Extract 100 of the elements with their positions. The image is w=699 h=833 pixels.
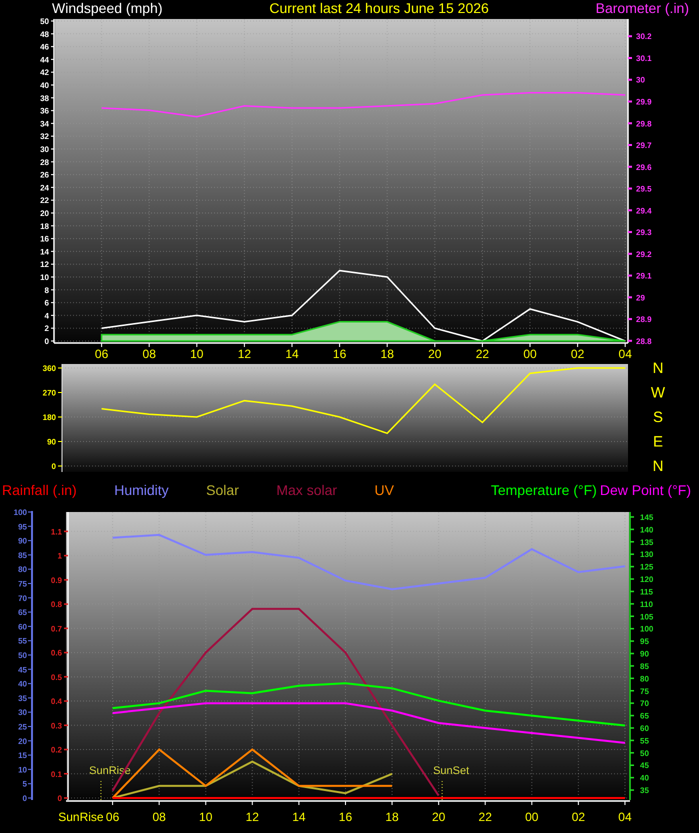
axis-tick-label: 0.5 bbox=[50, 672, 62, 682]
axis-tick-label: 16 bbox=[338, 810, 352, 824]
axis-tick-label: 6 bbox=[44, 298, 49, 308]
axis-tick-label: 36 bbox=[40, 106, 49, 116]
axis-tick-label: 90 bbox=[18, 536, 27, 546]
axis-tick-label: 270 bbox=[42, 388, 56, 398]
axis-tick-label: 30.2 bbox=[636, 32, 652, 42]
axis-tick-label: 29.4 bbox=[636, 206, 652, 216]
axis-tick-label: 70 bbox=[18, 594, 27, 603]
axis-tick-label: 29.2 bbox=[636, 250, 652, 259]
axis-tick-label: 15 bbox=[18, 751, 27, 760]
axis-tick-label: 115 bbox=[640, 587, 653, 596]
chart-axis-title: Windspeed (mph) bbox=[52, 0, 162, 17]
axis-tick-label: 06 bbox=[94, 347, 108, 361]
axis-tick-label: 29.1 bbox=[636, 272, 652, 281]
axis-tick-label: 12 bbox=[238, 347, 252, 361]
axis-tick-label: 0.6 bbox=[50, 648, 62, 658]
axis-tick-label: 44 bbox=[40, 55, 49, 64]
axis-tick-label: 02 bbox=[572, 810, 586, 824]
axis-tick-label: 1.1 bbox=[50, 527, 62, 536]
axis-tick-label: 100 bbox=[640, 624, 654, 634]
axis-tick-label: 105 bbox=[640, 612, 654, 622]
legend-label: Max solar bbox=[276, 482, 338, 498]
axis-tick-label: 20 bbox=[428, 347, 442, 361]
axis-tick-label: 50 bbox=[40, 17, 49, 26]
axis-tick-label: 18 bbox=[385, 810, 399, 824]
axis-tick-label: 0.8 bbox=[50, 600, 62, 610]
axis-tick-label: 65 bbox=[18, 608, 27, 618]
axis-tick-label: 110 bbox=[640, 600, 653, 609]
axis-tick-label: 29.9 bbox=[636, 98, 652, 106]
axis-tick-label: 10 bbox=[199, 810, 212, 824]
axis-tick-label: 46 bbox=[40, 42, 49, 52]
axis-tick-label: 0 bbox=[44, 337, 49, 346]
axis-tick-label: 06 bbox=[106, 810, 120, 824]
axis-tick-label: 45 bbox=[640, 761, 649, 770]
axis-tick-label: 95 bbox=[640, 637, 649, 646]
axis-tick-label: 10 bbox=[18, 765, 27, 774]
axis-tick-label: 40 bbox=[40, 81, 49, 90]
axis-tick-label: 28.9 bbox=[636, 315, 652, 324]
axis-tick-label: 34 bbox=[40, 119, 49, 128]
axis-tick-label: 30.1 bbox=[636, 54, 652, 63]
axis-tick-label: 70 bbox=[640, 699, 649, 708]
axis-tick-label: 16 bbox=[40, 234, 49, 244]
axis-tick-label: 60 bbox=[18, 622, 27, 632]
axis-tick-label: 8 bbox=[44, 286, 49, 295]
axis-tick-label: 22 bbox=[476, 347, 490, 361]
axis-tick-label: 35 bbox=[18, 694, 27, 703]
axis-tick-label: 32 bbox=[40, 132, 49, 142]
legend-label: UV bbox=[374, 482, 394, 498]
axis-tick-label: 29.5 bbox=[636, 184, 652, 194]
legend-label: Temperature (°F) bbox=[490, 482, 597, 498]
axis-tick-label: 29.6 bbox=[636, 162, 652, 172]
axis-tick-label: 360 bbox=[42, 364, 56, 373]
compass-label: N bbox=[652, 458, 664, 474]
axis-tick-label: 2 bbox=[44, 324, 49, 334]
axis-tick-label: 95 bbox=[18, 522, 27, 532]
axis-tick-label: 42 bbox=[40, 68, 49, 78]
axis-tick-label: 0 bbox=[22, 794, 27, 803]
axis-tick-label: 28 bbox=[40, 158, 49, 167]
axis-tick-label: 00 bbox=[523, 347, 537, 361]
axis-tick-label: 0.9 bbox=[50, 576, 62, 585]
axis-tick-label: 18 bbox=[380, 347, 394, 361]
axis-tick-label: 35 bbox=[640, 786, 649, 796]
axis-tick-label: 30 bbox=[18, 708, 27, 718]
axis-tick-label: 45 bbox=[18, 665, 27, 674]
axis-tick-label: 48 bbox=[40, 30, 49, 39]
axis-tick-label: 0 bbox=[52, 462, 56, 471]
axis-tick-label: 125 bbox=[640, 562, 654, 572]
legend-label: Rainfall (.in) bbox=[2, 482, 77, 498]
compass-label: N bbox=[652, 362, 664, 377]
axis-tick-label: 75 bbox=[18, 580, 27, 588]
axis-tick-label: 29.8 bbox=[636, 119, 652, 128]
axis-tick-label: 40 bbox=[640, 774, 649, 783]
axis-tick-label: 55 bbox=[18, 636, 27, 646]
axis-tick-label: 80 bbox=[640, 674, 649, 684]
axis-tick-label: 20 bbox=[40, 209, 49, 218]
axis-tick-label: 0.7 bbox=[50, 624, 62, 634]
axis-tick-label: 55 bbox=[640, 736, 649, 746]
axis-tick-label: 0.3 bbox=[50, 721, 62, 730]
axis-tick-label: 0.2 bbox=[50, 746, 62, 755]
axis-tick-label: 0.4 bbox=[50, 697, 62, 706]
axis-tick-label: 4 bbox=[44, 311, 49, 320]
axis-tick-label: 29.7 bbox=[636, 141, 652, 150]
axis-tick-label: 25 bbox=[18, 722, 27, 732]
axis-tick-label: 90 bbox=[47, 438, 56, 446]
axis-tick-label: 04 bbox=[618, 810, 632, 824]
axis-tick-label: 14 bbox=[285, 347, 299, 361]
axis-tick-label: 38 bbox=[40, 94, 49, 103]
axis-tick-label: 20 bbox=[18, 736, 27, 746]
axis-tick-label: 50 bbox=[18, 651, 27, 660]
axis-tick-label: 75 bbox=[640, 686, 649, 696]
axis-tick-label: 120 bbox=[640, 575, 654, 584]
compass-label: E bbox=[653, 434, 663, 450]
axis-tick-label: 10 bbox=[190, 347, 204, 361]
axis-tick-label: 29.3 bbox=[636, 228, 652, 238]
axis-tick-label: 80 bbox=[18, 565, 27, 574]
axis-tick-label: 50 bbox=[640, 748, 649, 758]
compass-label: S bbox=[653, 409, 663, 426]
axis-tick-label: 22 bbox=[478, 810, 492, 824]
axis-tick-label: 65 bbox=[640, 712, 649, 721]
